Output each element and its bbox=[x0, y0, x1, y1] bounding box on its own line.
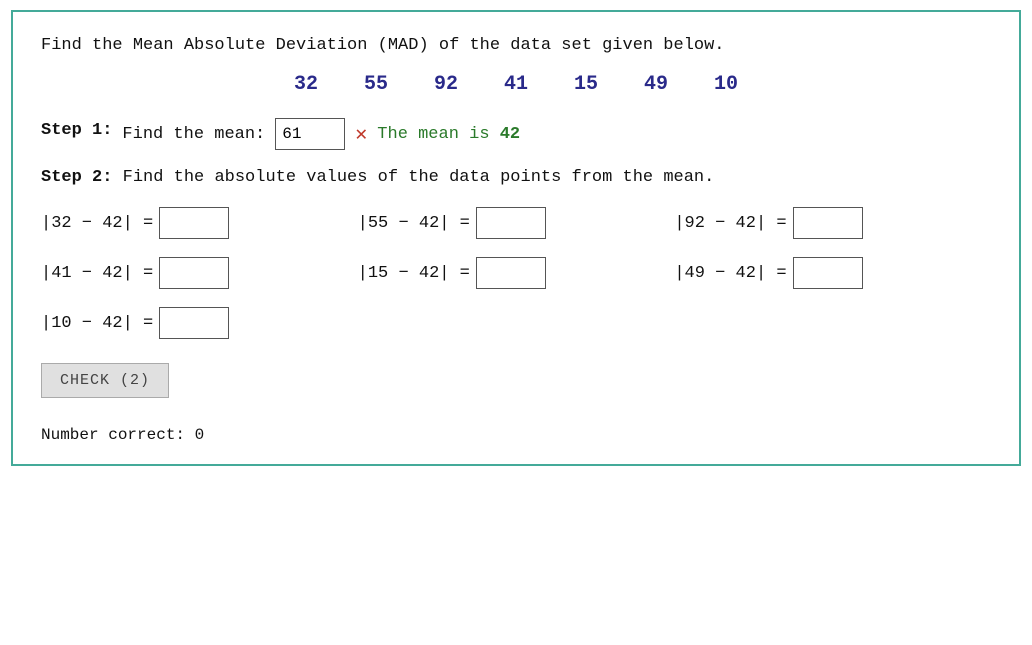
abs-input-1[interactable] bbox=[476, 207, 546, 239]
step1-label: Step 1: bbox=[41, 121, 112, 140]
abs-expr-5: |49 − 42| = bbox=[674, 264, 786, 283]
data-val-1: 55 bbox=[361, 73, 391, 96]
abs-input-5[interactable] bbox=[793, 257, 863, 289]
x-mark-icon: ✕ bbox=[355, 121, 367, 147]
abs-expr-1: |55 − 42| = bbox=[358, 214, 470, 233]
step2-text: Find the absolute values of the data poi… bbox=[123, 168, 715, 187]
step1-text: Find the mean: bbox=[122, 125, 265, 144]
step1-row: Step 1: Find the mean: ✕ The mean is 42 bbox=[41, 118, 991, 150]
step2-label: Step 2: bbox=[41, 168, 112, 187]
instructions-text: Find the Mean Absolute Deviation (MAD) o… bbox=[41, 36, 991, 55]
mean-input[interactable] bbox=[275, 118, 345, 150]
abs-input-0[interactable] bbox=[159, 207, 229, 239]
abs-expr-0: |32 − 42| = bbox=[41, 214, 153, 233]
abs-input-2[interactable] bbox=[793, 207, 863, 239]
abs-item-5: |49 − 42| = bbox=[674, 257, 991, 289]
abs-grid: |32 − 42| = |55 − 42| = |92 − 42| = |41 … bbox=[41, 207, 991, 339]
check-button[interactable]: CHECK (2) bbox=[41, 363, 169, 398]
hint-prefix: The mean is bbox=[377, 125, 499, 144]
hint-text: The mean is 42 bbox=[377, 125, 520, 144]
abs-item-3: |41 − 42| = bbox=[41, 257, 358, 289]
abs-item-0: |32 − 42| = bbox=[41, 207, 358, 239]
data-val-4: 15 bbox=[571, 73, 601, 96]
data-val-5: 49 bbox=[641, 73, 671, 96]
abs-input-3[interactable] bbox=[159, 257, 229, 289]
abs-expr-6: |10 − 42| = bbox=[41, 314, 153, 333]
abs-expr-2: |92 − 42| = bbox=[674, 214, 786, 233]
data-val-2: 92 bbox=[431, 73, 461, 96]
number-correct: Number correct: 0 bbox=[41, 426, 991, 444]
abs-item-4: |15 − 42| = bbox=[358, 257, 675, 289]
abs-expr-4: |15 − 42| = bbox=[358, 264, 470, 283]
abs-expr-3: |41 − 42| = bbox=[41, 264, 153, 283]
data-val-3: 41 bbox=[501, 73, 531, 96]
abs-input-4[interactable] bbox=[476, 257, 546, 289]
abs-item-2: |92 − 42| = bbox=[674, 207, 991, 239]
abs-input-6[interactable] bbox=[159, 307, 229, 339]
data-val-0: 32 bbox=[291, 73, 321, 96]
main-container: Find the Mean Absolute Deviation (MAD) o… bbox=[11, 10, 1021, 466]
abs-item-1: |55 − 42| = bbox=[358, 207, 675, 239]
abs-item-6: |10 − 42| = bbox=[41, 307, 358, 339]
mean-value: 42 bbox=[500, 125, 520, 144]
step2-desc: Step 2: Find the absolute values of the … bbox=[41, 168, 991, 187]
data-val-6: 10 bbox=[711, 73, 741, 96]
data-values-row: 32 55 92 41 15 49 10 bbox=[41, 73, 991, 96]
